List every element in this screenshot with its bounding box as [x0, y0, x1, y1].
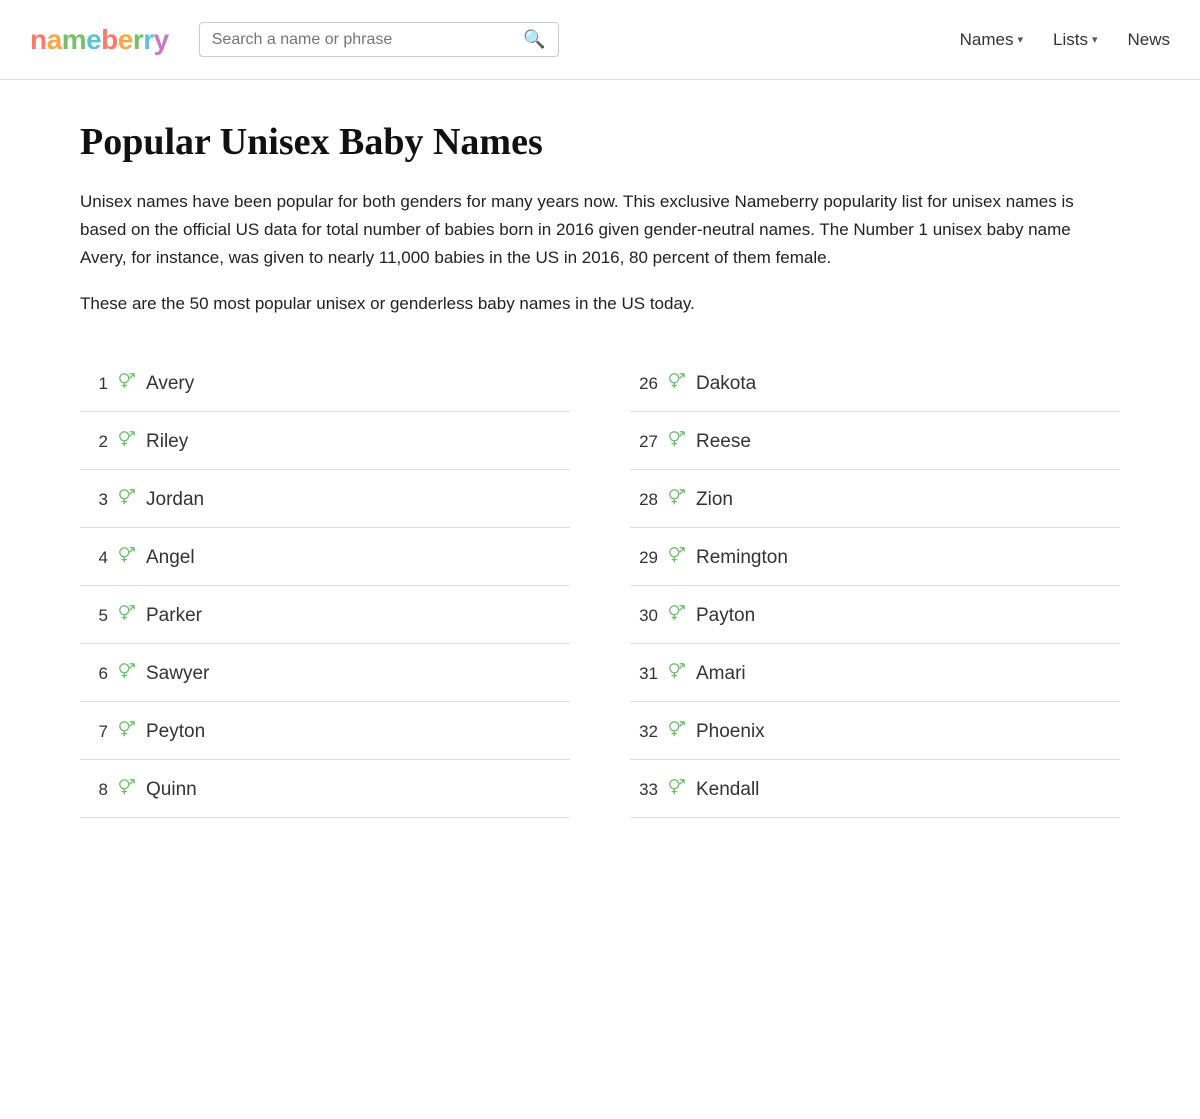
rank-number: 6 [80, 664, 108, 684]
gender-icon [118, 488, 136, 511]
list-item[interactable]: 32 Phoenix [630, 702, 1120, 760]
site-header: nameberry 🔍 Names ▾ Lists ▾ News [0, 0, 1200, 80]
search-bar: 🔍 [199, 22, 559, 57]
main-content: Popular Unisex Baby Names Unisex names h… [50, 80, 1150, 878]
list-item[interactable]: 3 Jordan [80, 470, 570, 528]
name-label: Peyton [146, 721, 205, 743]
intro-paragraph-2: These are the 50 most popular unisex or … [80, 290, 1120, 318]
names-chevron-icon: ▾ [1017, 33, 1023, 46]
names-column-left: 1 Avery 2 Riley 3 Jordan 4 Angel 5 Parker 6 Sawyer 7… [80, 354, 570, 818]
intro-paragraph-1: Unisex names have been popular for both … [80, 188, 1120, 272]
rank-number: 26 [630, 374, 658, 394]
nav-news[interactable]: News [1127, 30, 1170, 50]
name-label: Jordan [146, 489, 204, 511]
list-item[interactable]: 28 Zion [630, 470, 1120, 528]
main-nav: Names ▾ Lists ▾ News [960, 30, 1170, 50]
names-column-right: 26 Dakota 27 Reese 28 Zion 29 Remington 30 Payton… [630, 354, 1120, 818]
gender-icon [118, 430, 136, 453]
site-logo[interactable]: nameberry [30, 24, 169, 56]
name-label: Phoenix [696, 721, 765, 743]
list-item[interactable]: 4 Angel [80, 528, 570, 586]
name-label: Remington [696, 547, 788, 569]
search-button[interactable]: 🔍 [523, 29, 545, 50]
list-item[interactable]: 7 Peyton [80, 702, 570, 760]
gender-icon [118, 604, 136, 627]
rank-number: 27 [630, 432, 658, 452]
list-item[interactable]: 33 Kendall [630, 760, 1120, 818]
list-item[interactable]: 8 Quinn [80, 760, 570, 818]
name-label: Reese [696, 431, 751, 453]
gender-icon [118, 778, 136, 801]
rank-number: 5 [80, 606, 108, 626]
gender-icon [668, 778, 686, 801]
search-input[interactable] [212, 31, 516, 49]
name-label: Angel [146, 547, 195, 569]
gender-icon [668, 662, 686, 685]
gender-icon [668, 720, 686, 743]
list-item[interactable]: 1 Avery [80, 354, 570, 412]
gender-icon [118, 372, 136, 395]
name-label: Parker [146, 605, 202, 627]
list-item[interactable]: 30 Payton [630, 586, 1120, 644]
rank-number: 31 [630, 664, 658, 684]
rank-number: 32 [630, 722, 658, 742]
gender-icon [668, 546, 686, 569]
rank-number: 28 [630, 490, 658, 510]
rank-number: 3 [80, 490, 108, 510]
name-label: Payton [696, 605, 755, 627]
gender-icon [668, 488, 686, 511]
gender-icon [118, 662, 136, 685]
rank-number: 1 [80, 374, 108, 394]
rank-number: 29 [630, 548, 658, 568]
list-item[interactable]: 2 Riley [80, 412, 570, 470]
name-label: Sawyer [146, 663, 209, 685]
rank-number: 30 [630, 606, 658, 626]
name-label: Avery [146, 373, 194, 395]
list-item[interactable]: 31 Amari [630, 644, 1120, 702]
rank-number: 33 [630, 780, 658, 800]
gender-icon [668, 430, 686, 453]
names-grid: 1 Avery 2 Riley 3 Jordan 4 Angel 5 Parker 6 Sawyer 7… [80, 354, 1120, 818]
gender-icon [668, 604, 686, 627]
name-label: Riley [146, 431, 188, 453]
name-label: Kendall [696, 779, 759, 801]
list-item[interactable]: 29 Remington [630, 528, 1120, 586]
rank-number: 2 [80, 432, 108, 452]
name-label: Dakota [696, 373, 756, 395]
nav-names[interactable]: Names ▾ [960, 30, 1023, 50]
page-title: Popular Unisex Baby Names [80, 120, 1120, 164]
gender-icon [118, 546, 136, 569]
name-label: Amari [696, 663, 746, 685]
list-item[interactable]: 26 Dakota [630, 354, 1120, 412]
rank-number: 8 [80, 780, 108, 800]
gender-icon [118, 720, 136, 743]
lists-chevron-icon: ▾ [1092, 33, 1098, 46]
name-label: Quinn [146, 779, 197, 801]
list-item[interactable]: 27 Reese [630, 412, 1120, 470]
name-label: Zion [696, 489, 733, 511]
gender-icon [668, 372, 686, 395]
rank-number: 4 [80, 548, 108, 568]
nav-lists[interactable]: Lists ▾ [1053, 30, 1098, 50]
list-item[interactable]: 5 Parker [80, 586, 570, 644]
list-item[interactable]: 6 Sawyer [80, 644, 570, 702]
rank-number: 7 [80, 722, 108, 742]
